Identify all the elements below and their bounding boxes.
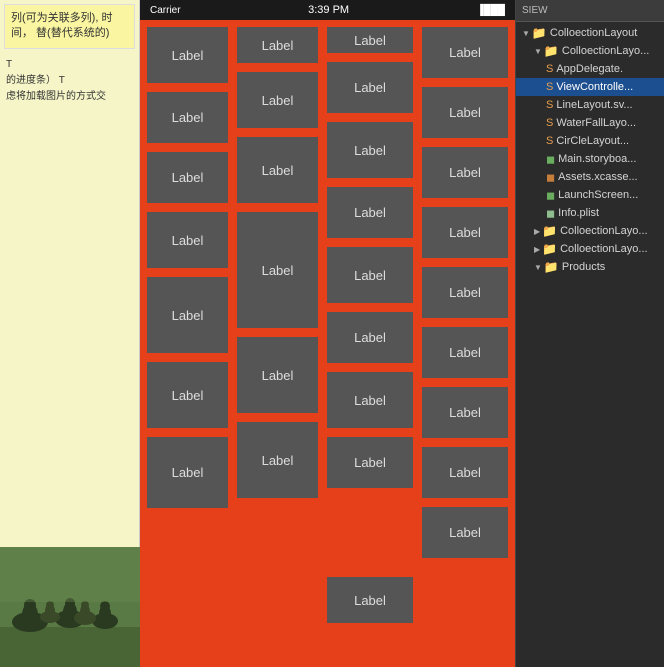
storyboard-icon: ◼ — [546, 153, 555, 166]
tree-item-linelayout[interactable]: SLineLayout.sv... — [516, 96, 664, 114]
tree-item-label: WaterFallLayo... — [556, 117, 636, 129]
collection-cell-21: Label — [420, 325, 510, 380]
tree-item-assets[interactable]: ◼Assets.xcasse... — [516, 168, 664, 186]
storyboard-icon: ◼ — [546, 189, 555, 202]
tree-item-colloect-folder[interactable]: ▼📁ColloectionLayo... — [516, 42, 664, 60]
collection-cell-2: Label — [235, 25, 320, 65]
tree-item-label: LineLayout.sv... — [556, 99, 632, 111]
swift-icon: S — [546, 81, 553, 93]
tree-item-label: ViewControlle... — [556, 81, 633, 93]
collection-cell-3: Label — [325, 25, 415, 55]
tree-item-label: AppDelegate. — [556, 63, 623, 75]
folder-expand-icon: ▼ — [534, 47, 542, 56]
bird-image — [0, 547, 140, 667]
collection-cell-13: Label — [145, 210, 230, 270]
swift-icon: S — [546, 117, 553, 129]
tree-item-label: ColloectionLayo... — [560, 243, 647, 255]
simulator: Carrier 3:39 PM ▐███ LabelLabelLabelLabe… — [140, 0, 515, 667]
note-text: 列(可为关联多列), 时间， 替(替代系统的) — [11, 12, 112, 39]
tree-item-circle[interactable]: SCirCleLayout... — [516, 132, 664, 150]
tree-item-colloect3[interactable]: ▶📁ColloectionLayo... — [516, 240, 664, 258]
collection-cell-5: Label — [235, 70, 320, 130]
tree-item-label: LaunchScreen... — [558, 189, 638, 201]
collection-cell-19: Label — [420, 265, 510, 320]
collection-cell-31: Label — [325, 575, 415, 625]
tree-item-info[interactable]: ◼Info.plist — [516, 204, 664, 222]
plist-icon: ◼ — [546, 207, 555, 220]
collection-cell-16: Label — [145, 275, 230, 355]
tree-item-main[interactable]: ◼Main.storyboa... — [516, 150, 664, 168]
code-line-3: 虑将加载图片的方式交 — [6, 89, 133, 105]
battery-indicator: ▐███ — [477, 5, 505, 16]
collection-cell-17: Label — [235, 210, 320, 330]
collection-cell-20: Label — [325, 310, 415, 365]
swift-icon: S — [546, 135, 553, 147]
time-label: 3:39 PM — [308, 4, 349, 16]
status-bar: Carrier 3:39 PM ▐███ — [140, 0, 515, 20]
waterfall-container: LabelLabelLabelLabelLabelLabelLabelLabel… — [140, 20, 515, 667]
collection-cell-1: Label — [145, 25, 230, 85]
code-area: T 的进度条） T 虑将加载图片的方式交 — [0, 53, 139, 109]
collection-cell-18: Label — [325, 245, 415, 305]
carrier-label: Carrier — [150, 5, 181, 16]
folder-icon: 📁 — [544, 260, 559, 274]
tree-item-label: ColloectionLayo... — [562, 45, 649, 57]
swift-icon: S — [546, 99, 553, 111]
collection-area: LabelLabelLabelLabelLabelLabelLabelLabel… — [140, 20, 515, 667]
collection-cell-23: Label — [235, 335, 320, 415]
collection-cell-11: Label — [325, 120, 415, 180]
collection-cell-22: Label — [145, 360, 230, 430]
collection-cell-9: Label — [145, 150, 230, 205]
tree-item-viewcontroller[interactable]: SViewControlle... — [516, 78, 664, 96]
tree-item-root[interactable]: ▼📁ColloectionLayout — [516, 24, 664, 42]
folder-expand-icon: ▼ — [534, 263, 542, 272]
collection-cell-30: Label — [420, 505, 510, 560]
folder-icon: 📁 — [532, 26, 547, 40]
folder-expand-icon: ▶ — [534, 245, 540, 254]
code-line-1: T — [6, 57, 133, 73]
collection-cell-8: Label — [420, 85, 510, 140]
collection-cell-7: Label — [420, 25, 510, 80]
left-panel: 列(可为关联多列), 时间， 替(替代系统的) T 的进度条） T 虑将加载图片… — [0, 0, 140, 667]
tree-item-products[interactable]: ▼📁Products — [516, 258, 664, 276]
file-tree: ▼📁ColloectionLayout▼📁ColloectionLayo...S… — [516, 22, 664, 278]
tree-item-label: Assets.xcasse... — [558, 171, 637, 183]
right-panel: SIEW ▼📁ColloectionLayout▼📁ColloectionLay… — [515, 0, 664, 667]
xcode-header-label: SIEW — [522, 5, 548, 16]
collection-cell-27: Label — [420, 445, 510, 500]
tree-item-label: ColloectionLayo... — [560, 225, 647, 237]
note-box: 列(可为关联多列), 时间， 替(替代系统的) — [4, 4, 135, 49]
tree-item-colloect2[interactable]: ▶📁ColloectionLayo... — [516, 222, 664, 240]
collection-cell-12: Label — [420, 145, 510, 200]
collection-cell-14: Label — [325, 185, 415, 240]
swift-icon: S — [546, 63, 553, 75]
tree-item-waterfall[interactable]: SWaterFallLayo... — [516, 114, 664, 132]
folder-expand-icon: ▶ — [534, 227, 540, 236]
tree-item-launchscreen[interactable]: ◼LaunchScreen... — [516, 186, 664, 204]
code-line-2: 的进度条） T — [6, 73, 133, 89]
tree-item-label: ColloectionLayout — [550, 27, 637, 39]
tree-item-label: Main.storyboa... — [558, 153, 636, 165]
folder-icon: 📁 — [544, 44, 559, 58]
collection-cell-6: Label — [325, 60, 415, 115]
xcode-header: SIEW — [516, 0, 664, 22]
collection-cell-10: Label — [235, 135, 320, 205]
collection-cell-26: Label — [325, 435, 415, 490]
folder-icon: 📁 — [542, 242, 557, 256]
collection-cell-24: Label — [325, 370, 415, 430]
collection-cell-28: Label — [145, 435, 230, 510]
xcassets-icon: ◼ — [546, 171, 555, 184]
tree-item-label: CirCleLayout... — [556, 135, 629, 147]
folder-expand-icon: ▼ — [522, 29, 530, 38]
collection-cell-25: Label — [420, 385, 510, 440]
collection-cell-4: Label — [145, 90, 230, 145]
tree-item-label: Info.plist — [558, 207, 599, 219]
folder-icon: 📁 — [542, 224, 557, 238]
collection-cell-29: Label — [235, 420, 320, 500]
collection-cell-15: Label — [420, 205, 510, 260]
tree-item-label: Products — [562, 261, 605, 273]
tree-item-appdelegate[interactable]: SAppDelegate. — [516, 60, 664, 78]
